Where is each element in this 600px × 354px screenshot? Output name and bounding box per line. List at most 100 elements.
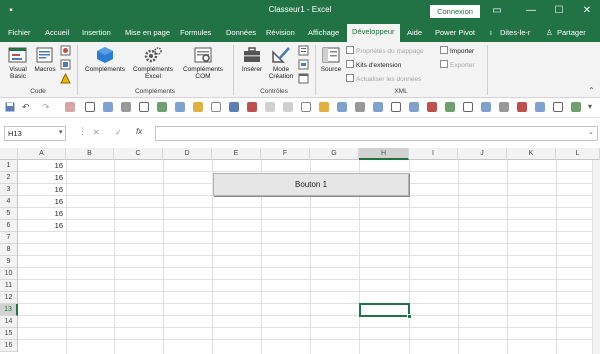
expansion-packs-button[interactable]: Kits d'extension: [346, 60, 401, 69]
toolbar-icon[interactable]: [85, 102, 95, 112]
formula-input[interactable]: [155, 126, 598, 141]
row-header-4[interactable]: 4: [0, 196, 18, 208]
view-code-icon[interactable]: [298, 59, 309, 70]
complements-com-button[interactable]: Compléments COM: [178, 46, 228, 80]
column-header-k[interactable]: K: [507, 148, 556, 160]
toolbar-icon[interactable]: [535, 102, 545, 112]
tab-formules[interactable]: Formules: [180, 25, 211, 42]
column-header-h[interactable]: H: [359, 148, 409, 160]
row-header-5[interactable]: 5: [0, 208, 18, 220]
cell-a4[interactable]: 16: [18, 196, 63, 208]
toolbar-icon[interactable]: [175, 102, 185, 112]
column-header-g[interactable]: G: [310, 148, 359, 160]
inserer-button[interactable]: Insérer: [238, 46, 266, 73]
column-header-e[interactable]: E: [212, 148, 261, 160]
collapse-ribbon-icon[interactable]: ⌃: [588, 86, 595, 95]
row-header-13[interactable]: 13: [0, 304, 18, 316]
toolbar-icon[interactable]: [103, 102, 113, 112]
row-header-9[interactable]: 9: [0, 256, 18, 268]
enter-icon[interactable]: ✓: [115, 128, 122, 137]
export-button[interactable]: Exporter: [440, 60, 475, 69]
share-icon[interactable]: ♙: [546, 25, 553, 42]
toolbar-icon[interactable]: [301, 102, 311, 112]
column-header-i[interactable]: I: [409, 148, 458, 160]
toolbar-icon[interactable]: [427, 102, 437, 112]
name-box[interactable]: H13: [4, 126, 66, 141]
row-header-10[interactable]: 10: [0, 268, 18, 280]
toolbar-icon[interactable]: [319, 102, 329, 112]
complements-button[interactable]: Compléments: [82, 46, 128, 73]
toolbar-icon[interactable]: [391, 102, 401, 112]
toolbar-icon[interactable]: [337, 102, 347, 112]
toolbar-icon[interactable]: [553, 102, 563, 112]
undo-icon[interactable]: ↶: [22, 102, 32, 112]
source-button[interactable]: Source: [318, 46, 344, 73]
tab-aide[interactable]: Aide: [407, 25, 422, 42]
cancel-icon[interactable]: ✕: [93, 128, 100, 137]
row-header-14[interactable]: 14: [0, 316, 18, 328]
name-box-dropdown-icon[interactable]: ▾: [59, 128, 63, 136]
toolbar-icon[interactable]: [445, 102, 455, 112]
macro-security-icon[interactable]: [60, 73, 71, 84]
column-header-j[interactable]: J: [458, 148, 507, 160]
row-header-16[interactable]: 16: [0, 340, 18, 352]
minimize-icon[interactable]: —: [524, 4, 538, 18]
toolbar-icon[interactable]: [157, 102, 167, 112]
maximize-icon[interactable]: ☐: [552, 4, 566, 18]
insert-function-icon[interactable]: fx: [136, 127, 142, 136]
save-icon[interactable]: [5, 102, 15, 112]
toolbar-icon[interactable]: [247, 102, 257, 112]
row-header-1[interactable]: 1: [0, 160, 18, 172]
toolbar-icon[interactable]: [481, 102, 491, 112]
toolbar-icon[interactable]: [283, 102, 293, 112]
row-header-12[interactable]: 12: [0, 292, 18, 304]
toolbar-icon[interactable]: [265, 102, 275, 112]
macros-button[interactable]: Macros: [32, 46, 58, 73]
share-button[interactable]: Partager: [557, 25, 586, 42]
close-icon[interactable]: ✕: [580, 4, 594, 18]
column-header-l[interactable]: L: [556, 148, 600, 160]
tab-revision[interactable]: Révision: [266, 25, 295, 42]
row-header-7[interactable]: 7: [0, 232, 18, 244]
relative-reference-icon[interactable]: [60, 59, 71, 70]
visual-basic-button[interactable]: Visual Basic: [4, 46, 32, 80]
column-header-f[interactable]: F: [261, 148, 310, 160]
toolbar-icon[interactable]: [139, 102, 149, 112]
tell-me-search[interactable]: Dites-le-r: [500, 25, 530, 42]
fill-handle[interactable]: [407, 314, 412, 319]
column-header-d[interactable]: D: [163, 148, 212, 160]
toolbar-icon[interactable]: [121, 102, 131, 112]
cell-a1[interactable]: 16: [18, 160, 63, 172]
ribbon-display-options-icon[interactable]: ▭: [490, 4, 504, 18]
toolbar-icon[interactable]: [517, 102, 527, 112]
tab-donnees[interactable]: Données: [226, 25, 256, 42]
redo-icon[interactable]: ↷: [42, 102, 52, 112]
row-header-2[interactable]: 2: [0, 172, 18, 184]
cell-a5[interactable]: 16: [18, 208, 63, 220]
tab-fichier[interactable]: Fichier: [8, 25, 31, 42]
toolbar-icon[interactable]: [571, 102, 581, 112]
select-all-corner[interactable]: [0, 148, 18, 160]
row-header-15[interactable]: 15: [0, 328, 18, 340]
column-header-b[interactable]: B: [66, 148, 114, 160]
cell-a3[interactable]: 16: [18, 184, 63, 196]
tab-accueil[interactable]: Accueil: [45, 25, 69, 42]
toolbar-icon[interactable]: [499, 102, 509, 112]
complements-excel-button[interactable]: Compléments Excel: [130, 46, 176, 80]
selected-cell[interactable]: [359, 303, 412, 319]
toolbar-icon[interactable]: [229, 102, 239, 112]
properties-icon[interactable]: [298, 45, 309, 56]
expand-formula-bar-icon[interactable]: ⌄: [588, 128, 594, 136]
tab-power-pivot[interactable]: Power Pivot: [435, 25, 475, 42]
form-button[interactable]: Bouton 1: [213, 173, 409, 196]
toolbar-icon[interactable]: [193, 102, 203, 112]
row-header-3[interactable]: 3: [0, 184, 18, 196]
tab-developpeur[interactable]: Développeur: [347, 24, 400, 42]
mode-creation-button[interactable]: Mode Création: [266, 46, 296, 80]
import-button[interactable]: Importer: [440, 46, 474, 55]
toolbar-icon[interactable]: [211, 102, 221, 112]
row-header-6[interactable]: 6: [0, 220, 18, 232]
row-header-11[interactable]: 11: [0, 280, 18, 292]
options-icon[interactable]: ⋮: [78, 126, 87, 137]
toolbar-icon[interactable]: [355, 102, 365, 112]
